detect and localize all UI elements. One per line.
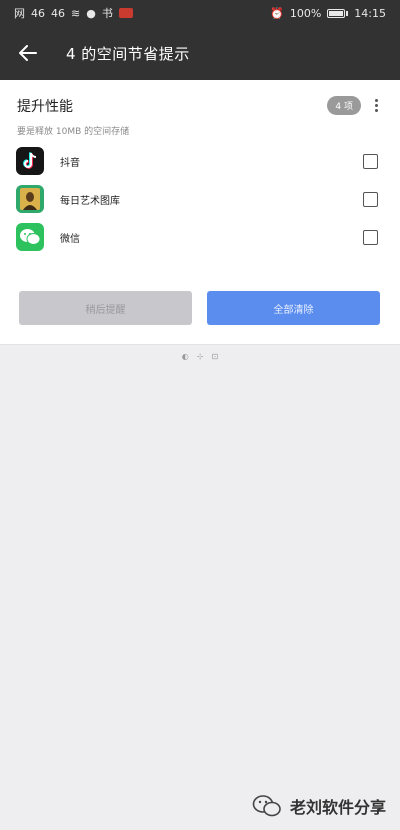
watermark-text: 老刘软件分享	[289, 798, 386, 817]
app-name: 抖音	[60, 157, 80, 169]
footer-icon: ◐	[181, 352, 189, 361]
count-badge: 4 项	[327, 96, 361, 115]
battery-percent: 100%	[289, 6, 322, 20]
app-checkbox[interactable]	[363, 153, 378, 169]
more-options-button[interactable]	[369, 95, 383, 115]
section-subtitle: 要是释放 10MB 的空间存储	[17, 127, 130, 137]
art-app-icon	[16, 185, 44, 213]
status-bar: 网 46 46 ≋ ● 书 ⏰ 100% 14:15	[0, 0, 400, 26]
app-bar: 4 的空间节省提示	[0, 26, 400, 80]
status-right-icons: ⏰ 100% 14:15	[270, 8, 386, 19]
footer-icon: ⊹	[196, 352, 204, 361]
tiktok-icon	[16, 147, 44, 175]
alarm-icon: ⏰	[270, 6, 284, 20]
status-left-icons: 网 46 46 ≋ ● 书	[14, 8, 133, 19]
clear-all-button[interactable]: 全部清除	[207, 291, 380, 325]
wifi-icon: ≋	[71, 6, 81, 20]
battery-icon	[327, 8, 349, 18]
list-item[interactable]: 每日艺术图库	[16, 183, 382, 215]
app-name: 每日艺术图库	[60, 195, 120, 207]
app-checkbox[interactable]	[363, 191, 378, 207]
app-checkbox[interactable]	[363, 229, 378, 245]
app-notification-icon: 书	[101, 6, 113, 20]
clock-time: 14:15	[354, 6, 386, 20]
section-header: 提升性能 要是释放 10MB 的空间存储 4 项	[17, 96, 383, 137]
page-title: 4 的空间节省提示	[66, 44, 190, 63]
wechat-outline-icon	[252, 795, 281, 817]
list-item[interactable]: 抖音	[16, 145, 382, 177]
remind-later-button[interactable]: 稍后提醒	[19, 291, 192, 325]
list-item[interactable]: 微信	[16, 221, 382, 253]
cleanup-card: 提升性能 要是释放 10MB 的空间存储 4 项 抖音 每日艺术图库 微信 稍后…	[0, 80, 400, 345]
signal-icon: 46	[51, 6, 65, 20]
arrow-left-icon	[19, 45, 37, 61]
watermark: 老刘软件分享	[252, 794, 386, 818]
footer-icons: ◐ ⊹ ⊡	[0, 352, 400, 361]
red-app-icon	[118, 8, 133, 18]
back-button[interactable]	[0, 26, 56, 80]
wechat-icon	[16, 223, 44, 251]
signal-icon: 46	[31, 6, 45, 20]
notification-icon: 网	[14, 6, 25, 20]
app-name: 微信	[60, 233, 80, 245]
app-notification-icon: ●	[86, 6, 96, 20]
footer-icon: ⊡	[211, 352, 219, 361]
